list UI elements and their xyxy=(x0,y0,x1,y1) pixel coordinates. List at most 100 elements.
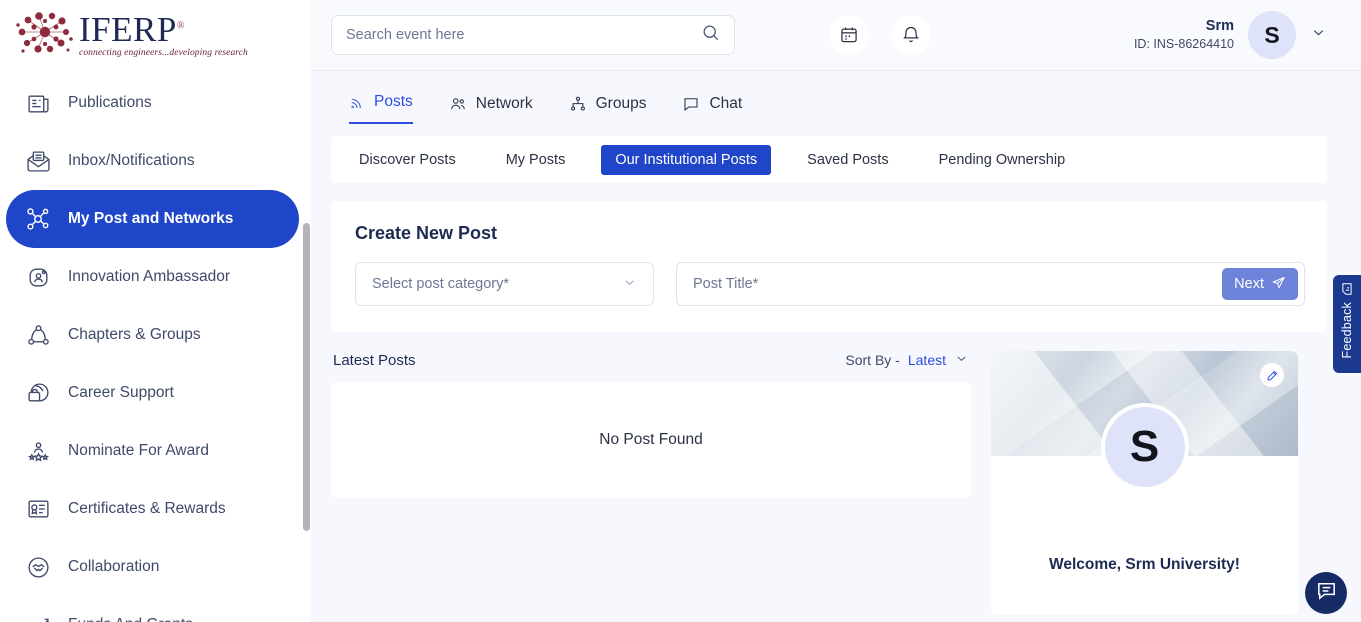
no-posts-placeholder: No Post Found xyxy=(331,382,971,498)
profile-card: S Welcome, Srm University! xyxy=(991,351,1298,615)
main-area: Srm ID: INS-86264410 S Posts xyxy=(311,0,1361,622)
bell-icon[interactable] xyxy=(891,15,931,55)
newspaper-icon xyxy=(24,89,52,117)
sidebar-item-label: Funds And Grants xyxy=(68,616,193,622)
briefcase-icon xyxy=(24,379,52,407)
sidebar-item-chapters-groups[interactable]: Chapters & Groups xyxy=(6,306,299,364)
post-category-value: Select post category* xyxy=(372,276,509,292)
subtab-our-institutional-posts[interactable]: Our Institutional Posts xyxy=(601,145,771,175)
tab-chat[interactable]: Chat xyxy=(682,95,742,124)
chevron-down-icon[interactable] xyxy=(1310,24,1327,46)
sidebar-scrollbar-thumb[interactable] xyxy=(303,223,310,531)
sidebar-item-label: Publications xyxy=(68,94,152,112)
user-name: Srm xyxy=(1134,17,1234,37)
sidebar-item-label: Inbox/Notifications xyxy=(68,152,195,170)
calendar-icon[interactable] xyxy=(829,15,869,55)
sidebar-nav: Publications Inbox/Notifications My Post… xyxy=(0,70,311,622)
brand-registered-mark: ® xyxy=(177,20,185,31)
group-icon xyxy=(24,321,52,349)
sidebar-item-inbox-notifications[interactable]: Inbox/Notifications xyxy=(6,132,299,190)
user-id: ID: INS-86264410 xyxy=(1134,36,1234,53)
send-icon xyxy=(1271,275,1286,294)
topbar-icon-group xyxy=(829,15,931,55)
brand-name: IFERP xyxy=(79,10,177,49)
posts-column: Latest Posts Sort By - Latest No Post Fo… xyxy=(331,351,971,498)
funds-growth-icon xyxy=(24,611,52,622)
user-menu[interactable]: Srm ID: INS-86264410 S xyxy=(1134,11,1327,59)
post-category-select[interactable]: Select post category* xyxy=(355,262,654,306)
tab-posts[interactable]: Posts xyxy=(349,93,413,124)
brand-wordmark: IFERP® xyxy=(79,12,185,47)
sidebar-item-innovation-ambassador[interactable]: Innovation Ambassador xyxy=(6,248,299,306)
latest-posts-title: Latest Posts xyxy=(333,352,416,369)
avatar[interactable]: S xyxy=(1248,11,1296,59)
no-posts-text: No Post Found xyxy=(599,431,702,449)
subtab-pending-ownership[interactable]: Pending Ownership xyxy=(925,145,1080,175)
award-stars-icon xyxy=(24,437,52,465)
search-box[interactable] xyxy=(331,15,735,55)
sidebar-item-funds-and-grants[interactable]: Funds And Grants xyxy=(6,596,299,622)
feedback-note-icon xyxy=(1340,282,1354,296)
create-post-card: Create New Post Select post category* Ne… xyxy=(331,201,1327,332)
primary-tabs: Posts Network Groups Chat xyxy=(331,93,1327,124)
subtab-saved-posts[interactable]: Saved Posts xyxy=(793,145,902,175)
lower-section: Latest Posts Sort By - Latest No Post Fo… xyxy=(331,351,1327,615)
sidebar-item-label: Nominate For Award xyxy=(68,442,209,460)
chat-support-button[interactable] xyxy=(1305,572,1347,614)
profile-avatar-initial: S xyxy=(1130,422,1159,472)
sort-by-value: Latest xyxy=(908,352,946,368)
sort-by-label: Sort By - xyxy=(845,352,899,368)
subtab-discover-posts[interactable]: Discover Posts xyxy=(345,145,470,175)
sidebar-item-career-support[interactable]: Career Support xyxy=(6,364,299,422)
tab-network[interactable]: Network xyxy=(449,95,533,124)
iferp-dots-logo-icon xyxy=(14,8,76,60)
post-title-field[interactable]: Next xyxy=(676,262,1305,306)
chevron-down-icon xyxy=(954,351,969,369)
sidebar-item-label: Certificates & Rewards xyxy=(68,500,226,518)
tagline-part-1: connecting engineers... xyxy=(79,48,169,58)
subtab-my-posts[interactable]: My Posts xyxy=(492,145,580,175)
subtabs: Discover Posts My Posts Our Institutiona… xyxy=(331,136,1327,183)
search-input[interactable] xyxy=(346,27,701,43)
chat-support-icon xyxy=(1315,579,1338,607)
avatar-initial: S xyxy=(1264,22,1279,49)
user-meta: Srm ID: INS-86264410 xyxy=(1134,17,1234,53)
handshake-icon xyxy=(24,553,52,581)
tab-groups[interactable]: Groups xyxy=(569,95,647,124)
pencil-icon[interactable] xyxy=(1260,363,1284,387)
brand-tagline: connecting engineers...developing resear… xyxy=(79,48,248,58)
feedback-label: Feedback xyxy=(1340,302,1354,359)
sidebar-item-nominate-for-award[interactable]: Nominate For Award xyxy=(6,422,299,480)
create-post-title: Create New Post xyxy=(355,223,1305,244)
certificate-icon xyxy=(24,495,52,523)
post-title-input[interactable] xyxy=(693,276,1222,292)
next-button-label: Next xyxy=(1234,276,1264,292)
content-area: Posts Network Groups Chat Discover Posts xyxy=(311,71,1361,615)
feedback-tab[interactable]: Feedback xyxy=(1333,275,1361,373)
brand-logo[interactable]: IFERP® connecting engineers...developing… xyxy=(0,0,311,70)
sidebar-item-publications[interactable]: Publications xyxy=(6,74,299,132)
tab-label: Network xyxy=(476,95,533,113)
sidebar-item-certificates-rewards[interactable]: Certificates & Rewards xyxy=(6,480,299,538)
tab-label: Groups xyxy=(596,95,647,113)
sidebar-item-collaboration[interactable]: Collaboration xyxy=(6,538,299,596)
posts-header: Latest Posts Sort By - Latest xyxy=(331,351,971,369)
sidebar: IFERP® connecting engineers...developing… xyxy=(0,0,311,622)
innovation-icon xyxy=(24,263,52,291)
envelope-icon xyxy=(24,147,52,175)
sort-by-dropdown[interactable]: Sort By - Latest xyxy=(845,351,969,369)
chevron-down-icon xyxy=(622,275,637,294)
tab-label: Posts xyxy=(374,93,413,111)
welcome-message: Welcome, Srm University! xyxy=(991,556,1298,574)
next-button[interactable]: Next xyxy=(1222,268,1298,300)
sidebar-item-label: My Post and Networks xyxy=(68,210,233,228)
sidebar-item-label: Collaboration xyxy=(68,558,159,576)
top-bar: Srm ID: INS-86264410 S xyxy=(311,0,1361,71)
sidebar-item-my-post-and-networks[interactable]: My Post and Networks xyxy=(6,190,299,248)
sidebar-item-label: Chapters & Groups xyxy=(68,326,201,344)
network-nodes-icon xyxy=(24,205,52,233)
sidebar-item-label: Innovation Ambassador xyxy=(68,268,230,286)
tagline-part-2: developing research xyxy=(169,48,248,58)
search-icon[interactable] xyxy=(701,23,720,47)
app-root: IFERP® connecting engineers...developing… xyxy=(0,0,1361,622)
